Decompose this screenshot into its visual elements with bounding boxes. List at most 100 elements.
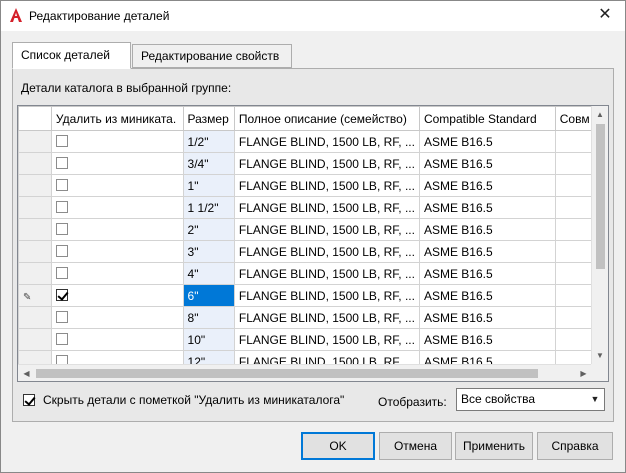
column-header-standard[interactable]: Compatible Standard: [418, 106, 556, 131]
row-header[interactable]: ✎: [18, 284, 52, 307]
chevron-down-icon[interactable]: ▼: [586, 389, 604, 410]
standard-cell[interactable]: ASME B16.5: [418, 306, 556, 329]
size-cell[interactable]: 3/4": [182, 152, 235, 175]
row-header[interactable]: [18, 218, 52, 241]
help-button[interactable]: Справка: [537, 432, 613, 460]
remove-checkbox[interactable]: [55, 157, 68, 170]
table-row[interactable]: 4" FLANGE BLIND, 1500 LB, RF, ... ASME B…: [18, 262, 608, 285]
horizontal-scroll-thumb[interactable]: [36, 369, 538, 378]
row-header[interactable]: [18, 196, 52, 219]
column-header-size[interactable]: Размер: [182, 106, 235, 131]
description-cell[interactable]: FLANGE BLIND, 1500 LB, RF, ...: [233, 152, 420, 175]
size-cell[interactable]: 1": [182, 174, 235, 197]
description-cell[interactable]: FLANGE BLIND, 1500 LB, RF, ...: [233, 306, 420, 329]
remove-checkbox[interactable]: [55, 333, 68, 346]
row-header[interactable]: [18, 328, 52, 351]
remove-cell[interactable]: [50, 262, 184, 285]
row-header[interactable]: [18, 152, 52, 175]
parts-table: Удалить из миниката. Размер Полное описа…: [18, 106, 608, 373]
column-header-description[interactable]: Полное описание (семейство): [233, 106, 420, 131]
remove-checkbox[interactable]: [55, 311, 68, 324]
title-bar: Редактирование деталей ✕: [1, 1, 625, 31]
table-row[interactable]: 1/2" FLANGE BLIND, 1500 LB, RF, ... ASME…: [18, 130, 608, 153]
hide-marked-checkbox[interactable]: [23, 393, 35, 406]
table-row[interactable]: 3/4" FLANGE BLIND, 1500 LB, RF, ... ASME…: [18, 152, 608, 175]
remove-cell[interactable]: [50, 152, 184, 175]
size-cell[interactable]: 10": [182, 328, 235, 351]
standard-cell[interactable]: ASME B16.5: [418, 130, 556, 153]
standard-cell[interactable]: ASME B16.5: [418, 262, 556, 285]
table-row[interactable]: 3" FLANGE BLIND, 1500 LB, RF, ... ASME B…: [18, 240, 608, 263]
row-header[interactable]: [18, 130, 52, 153]
description-cell[interactable]: FLANGE BLIND, 1500 LB, RF, ...: [233, 130, 420, 153]
standard-cell[interactable]: ASME B16.5: [418, 152, 556, 175]
row-header[interactable]: [18, 240, 52, 263]
hide-marked-option[interactable]: Скрыть детали с пометкой "Удалить из мин…: [23, 393, 344, 407]
remove-cell[interactable]: [50, 174, 184, 197]
row-header[interactable]: [18, 262, 52, 285]
description-cell[interactable]: FLANGE BLIND, 1500 LB, RF, ...: [233, 262, 420, 285]
remove-cell[interactable]: [50, 240, 184, 263]
cancel-button[interactable]: Отмена: [379, 432, 452, 460]
ok-button[interactable]: OK: [301, 432, 375, 460]
size-cell[interactable]: 1/2": [182, 130, 235, 153]
vertical-scrollbar[interactable]: ▲ ▼: [591, 106, 608, 364]
remove-cell[interactable]: [50, 328, 184, 351]
size-cell[interactable]: 2": [182, 218, 235, 241]
table-row[interactable]: 10" FLANGE BLIND, 1500 LB, RF, ... ASME …: [18, 328, 608, 351]
remove-checkbox[interactable]: [55, 135, 68, 148]
description-cell[interactable]: FLANGE BLIND, 1500 LB, RF, ...: [233, 196, 420, 219]
remove-cell[interactable]: [50, 284, 184, 307]
size-cell[interactable]: 1 1/2": [182, 196, 235, 219]
standard-cell[interactable]: ASME B16.5: [418, 328, 556, 351]
size-cell[interactable]: 3": [182, 240, 235, 263]
horizontal-scrollbar[interactable]: ◀ ▶: [18, 364, 592, 381]
description-cell[interactable]: FLANGE BLIND, 1500 LB, RF, ...: [233, 328, 420, 351]
table-row[interactable]: 2" FLANGE BLIND, 1500 LB, RF, ... ASME B…: [18, 218, 608, 241]
tab-parts-list[interactable]: Список деталей: [12, 42, 131, 69]
description-cell[interactable]: FLANGE BLIND, 1500 LB, RF, ...: [233, 240, 420, 263]
remove-checkbox[interactable]: [55, 179, 68, 192]
remove-cell[interactable]: [50, 306, 184, 329]
description-cell[interactable]: FLANGE BLIND, 1500 LB, RF, ...: [233, 284, 420, 307]
row-header[interactable]: [18, 174, 52, 197]
remove-cell[interactable]: [50, 218, 184, 241]
standard-cell[interactable]: ASME B16.5: [418, 174, 556, 197]
window-title: Редактирование деталей: [29, 9, 170, 23]
table-row[interactable]: 8" FLANGE BLIND, 1500 LB, RF, ... ASME B…: [18, 306, 608, 329]
remove-checkbox[interactable]: [55, 267, 68, 280]
parts-grid[interactable]: Удалить из миниката. Размер Полное описа…: [17, 105, 609, 382]
scroll-right-arrow-icon[interactable]: ▶: [575, 365, 592, 381]
description-cell[interactable]: FLANGE BLIND, 1500 LB, RF, ...: [233, 174, 420, 197]
apply-button[interactable]: Применить: [455, 432, 533, 460]
table-row[interactable]: 1 1/2" FLANGE BLIND, 1500 LB, RF, ... AS…: [18, 196, 608, 219]
hide-marked-label: Скрыть детали с пометкой "Удалить из мин…: [43, 393, 345, 407]
row-header[interactable]: [18, 306, 52, 329]
display-dropdown[interactable]: Все свойства ▼: [456, 388, 605, 411]
pencil-icon: ✎: [23, 291, 32, 303]
standard-cell[interactable]: ASME B16.5: [418, 240, 556, 263]
close-button[interactable]: ✕: [593, 4, 617, 26]
size-cell[interactable]: 4": [182, 262, 235, 285]
description-cell[interactable]: FLANGE BLIND, 1500 LB, RF, ...: [233, 218, 420, 241]
remove-checkbox[interactable]: [55, 201, 68, 214]
display-dropdown-value: Все свойства: [461, 392, 536, 406]
table-row-editing[interactable]: ✎ 6" FLANGE BLIND, 1500 LB, RF, ... ASME…: [18, 284, 608, 307]
remove-checkbox[interactable]: [55, 223, 68, 236]
remove-cell[interactable]: [50, 196, 184, 219]
column-header-remove[interactable]: Удалить из миниката.: [50, 106, 184, 131]
remove-checkbox[interactable]: [55, 245, 68, 258]
standard-cell[interactable]: ASME B16.5: [418, 196, 556, 219]
scroll-up-arrow-icon[interactable]: ▲: [592, 106, 608, 123]
scroll-down-arrow-icon[interactable]: ▼: [592, 347, 608, 364]
standard-cell[interactable]: ASME B16.5: [418, 284, 556, 307]
scroll-left-arrow-icon[interactable]: ◀: [18, 365, 35, 381]
remove-cell[interactable]: [50, 130, 184, 153]
standard-cell[interactable]: ASME B16.5: [418, 218, 556, 241]
tab-edit-properties[interactable]: Редактирование свойств: [132, 44, 292, 68]
size-cell[interactable]: 8": [182, 306, 235, 329]
table-row[interactable]: 1" FLANGE BLIND, 1500 LB, RF, ... ASME B…: [18, 174, 608, 197]
size-cell[interactable]: 6": [182, 284, 235, 307]
remove-checkbox[interactable]: [55, 289, 68, 302]
vertical-scroll-thumb[interactable]: [596, 124, 605, 269]
